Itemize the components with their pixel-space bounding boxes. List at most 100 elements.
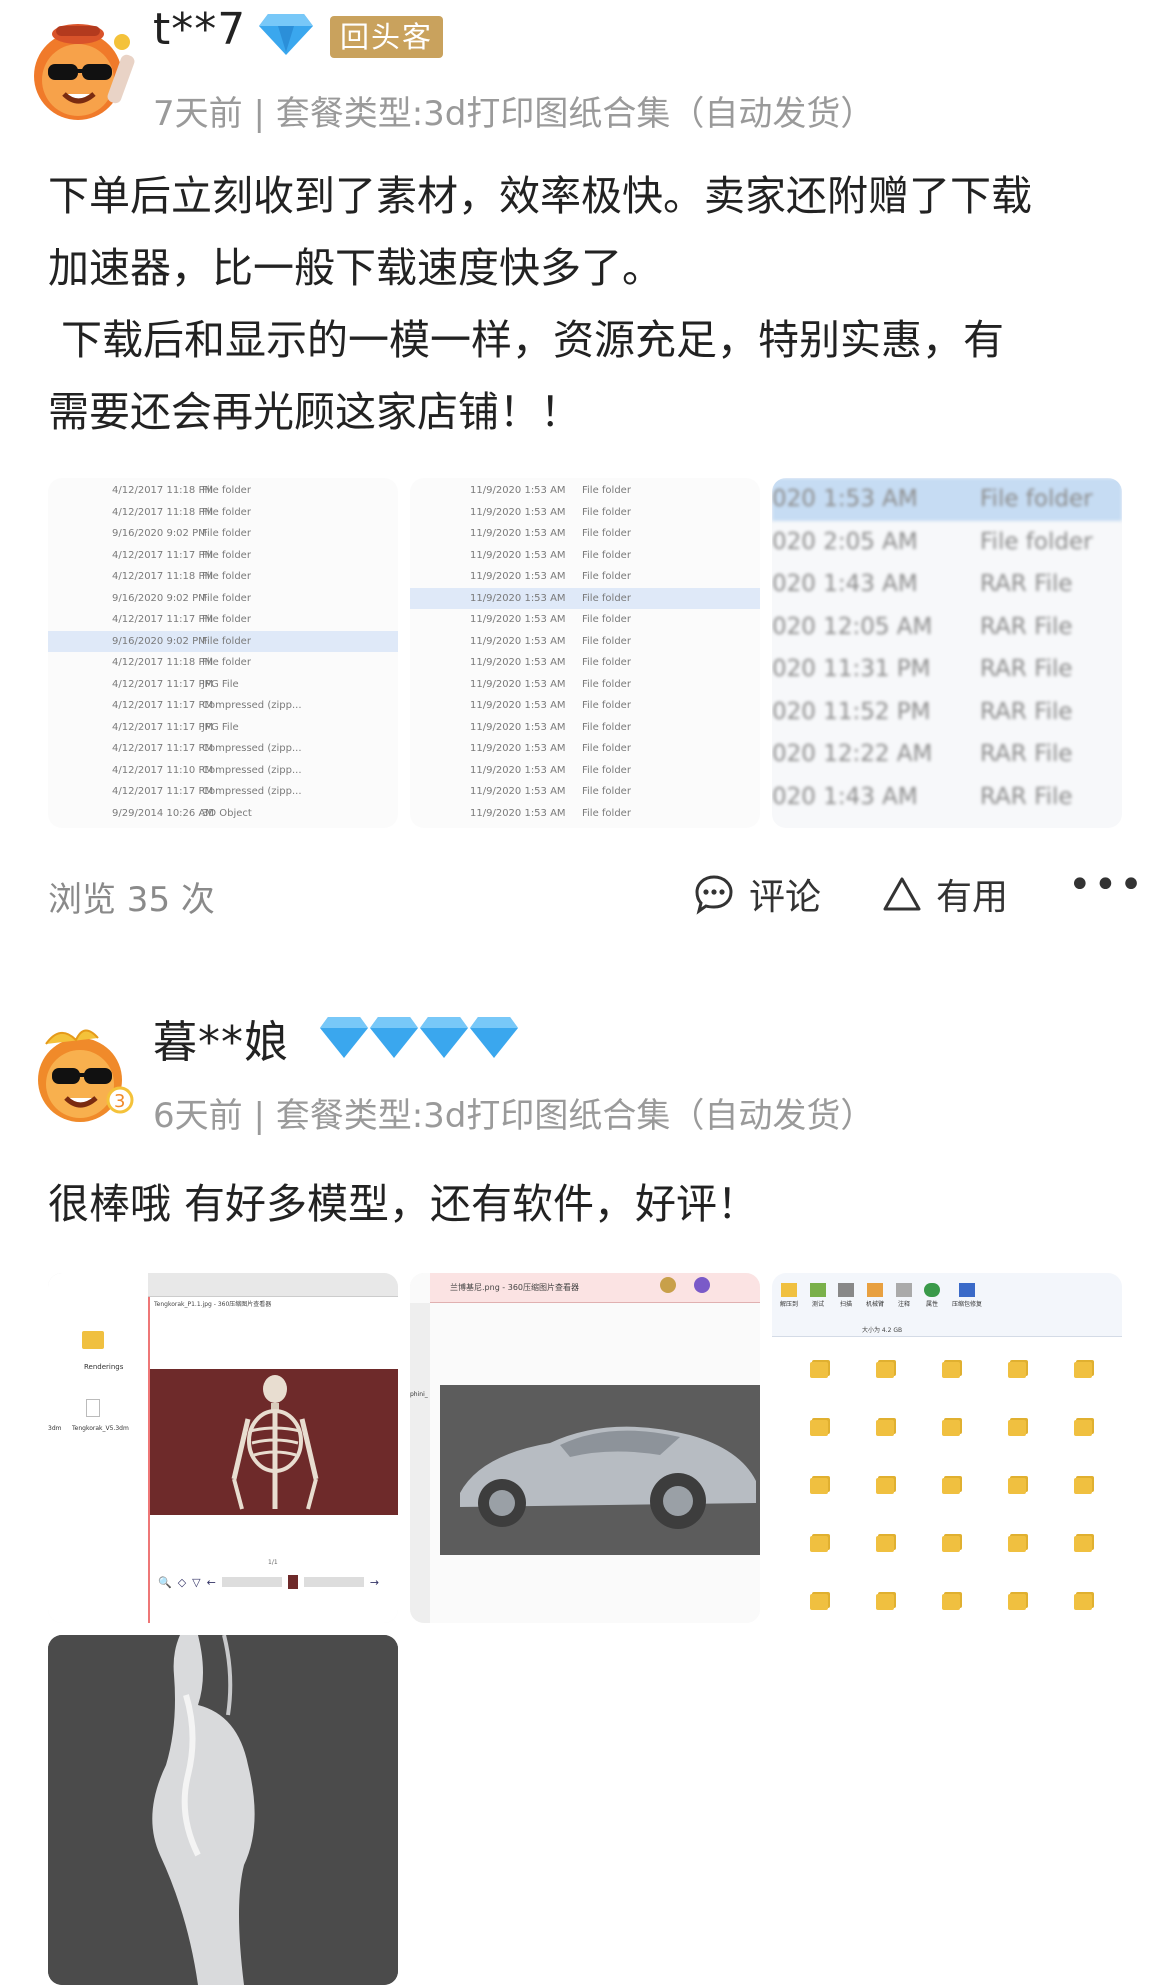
folder-icon bbox=[876, 1536, 894, 1552]
file-date: 4/12/2017 11:18 PM bbox=[112, 571, 214, 583]
file-row: 11/9/2020 1:53 AM File folder bbox=[410, 717, 760, 739]
file-label: Renderings bbox=[84, 1363, 124, 1371]
file-row: 4/12/2017 11:17 PM JPG File bbox=[48, 674, 398, 696]
folder-icon bbox=[1008, 1478, 1026, 1494]
file-type: File folder bbox=[202, 506, 251, 518]
useful-button[interactable]: 有用 bbox=[882, 868, 1008, 920]
content-line: 很棒哦 有好多模型，还有软件，好评！ bbox=[48, 1180, 759, 1228]
folder-icon bbox=[810, 1362, 828, 1378]
file-date: 020 12:05 AM bbox=[772, 613, 933, 640]
file-date: 4/12/2017 11:17 PM bbox=[112, 700, 214, 712]
file-type: JPG File bbox=[202, 678, 239, 690]
file-row: 11/9/2020 1:53 AM File folder bbox=[410, 695, 760, 717]
folder-icon bbox=[942, 1594, 960, 1610]
file-row: 4/12/2017 11:17 PMCompressed (zipp... bbox=[48, 695, 398, 717]
file-date: 020 1:43 AM bbox=[772, 783, 918, 810]
folder-icon bbox=[1008, 1420, 1026, 1436]
file-row: 020 1:53 AM File folder bbox=[772, 478, 1122, 521]
toolbar-label: 属性 bbox=[926, 1301, 939, 1308]
file-type: File folder bbox=[582, 571, 631, 583]
review-image[interactable]: 解压到 测试 扫描 机械臂 注释 属性 压缩包修复 大小为 4.2 GB bbox=[772, 1273, 1122, 1623]
file-date: 020 11:52 PM bbox=[772, 698, 931, 725]
comment-icon bbox=[693, 873, 735, 915]
file-row: 11/9/2020 1:53 AM File folder bbox=[410, 502, 760, 524]
file-row: 11/9/2020 1:53 AM File folder bbox=[410, 587, 760, 609]
file-type: File folder bbox=[582, 743, 631, 755]
file-date: 4/12/2017 11:17 PM bbox=[112, 786, 214, 798]
diamond-level-icons bbox=[318, 1014, 522, 1060]
file-date: 11/9/2020 1:53 AM bbox=[470, 614, 566, 626]
file-type: RAR File bbox=[980, 656, 1073, 683]
file-date: 11/9/2020 1:53 AM bbox=[470, 571, 566, 583]
file-row: 4/12/2017 11:10 PM Compressed (zipp... bbox=[48, 760, 398, 782]
folder-icon bbox=[1074, 1362, 1092, 1378]
review-card: t**7 回头客 7天前 | 套餐类型:3d打印图纸合集（自动发货） 下单后立刻… bbox=[0, 0, 1169, 828]
file-date: 11/9/2020 1:53 AM bbox=[470, 700, 566, 712]
file-type: File folder bbox=[202, 571, 251, 583]
toolbar-label: 测试 bbox=[812, 1301, 825, 1308]
file-date: 11/9/2020 1:53 AM bbox=[470, 635, 566, 647]
file-type: File folder bbox=[202, 614, 251, 626]
file-row: 9/16/2020 9:02 PM File folder bbox=[48, 630, 398, 652]
file-row: 4/12/2017 11:18 PM File folder bbox=[48, 566, 398, 588]
file-date: 11/9/2020 1:53 AM bbox=[470, 786, 566, 798]
file-row: 020 1:43 AM RAR File bbox=[772, 563, 1122, 606]
review-image[interactable]: 020 1:53 AM File folder 020 2:05 AM File fo… bbox=[772, 478, 1122, 828]
review-image[interactable]: Renderings Tengkorak_V5.3dm 3dm Tengkora… bbox=[48, 1273, 398, 1623]
file-date: 11/9/2020 1:53 AM bbox=[470, 764, 566, 776]
file-label: Tengkorak_V5.3dm bbox=[72, 1425, 129, 1432]
file-type: File folder bbox=[202, 592, 251, 604]
file-type: Compressed (zipp... bbox=[202, 786, 302, 798]
review-image[interactable]: 11/9/2020 1:53 AM File folder 11/9/2020 1:… bbox=[410, 478, 760, 828]
file-type: File folder bbox=[582, 786, 631, 798]
review-image[interactable]: 4/12/2017 11:18 PM File folder 4/12/2017 1… bbox=[48, 478, 398, 828]
folder-icon bbox=[942, 1536, 960, 1552]
file-type: Compressed (zipp... bbox=[202, 743, 302, 755]
file-date: 020 2:05 AM bbox=[772, 528, 918, 555]
file-date: 020 12:22 AM bbox=[772, 741, 933, 768]
file-type: File folder bbox=[582, 528, 631, 540]
review-image[interactable] bbox=[48, 1635, 398, 1985]
file-date: 9/16/2020 9:02 PM bbox=[112, 635, 207, 647]
page-indicator: 1/1 bbox=[268, 1559, 278, 1566]
folder-icon bbox=[876, 1478, 894, 1494]
folder-icon bbox=[876, 1594, 894, 1610]
folder-icon bbox=[1074, 1536, 1092, 1552]
folder-icon bbox=[942, 1362, 960, 1378]
content-line: 下载后和显示的一模一样，资源充足，特别实惠，有 bbox=[48, 316, 1005, 364]
file-date: 4/12/2017 11:17 PM bbox=[112, 743, 214, 755]
view-count: 浏览 35 次 bbox=[48, 880, 215, 920]
file-row: 4/12/2017 11:17 PM File folder bbox=[48, 545, 398, 567]
content-line: 加速器，比一般下载速度快多了。 bbox=[48, 244, 663, 292]
folder-icon bbox=[810, 1594, 828, 1610]
review-image[interactable]: 兰博基尼.png - 360压缩图片查看器 phini_ bbox=[410, 1273, 760, 1623]
file-date: 4/12/2017 11:17 PM bbox=[112, 614, 214, 626]
toolbar-label: 注释 bbox=[898, 1301, 911, 1308]
folder-icon bbox=[1074, 1594, 1092, 1610]
file-type: Compressed (zipp... bbox=[202, 764, 302, 776]
file-date: 11/9/2020 1:53 AM bbox=[470, 743, 566, 755]
file-row: 4/12/2017 11:17 PM JPG File bbox=[48, 717, 398, 739]
file-date: 9/16/2020 9:02 PM bbox=[112, 528, 207, 540]
file-type: File folder bbox=[980, 486, 1093, 513]
file-row: 4/12/2017 11:18 PM File folder bbox=[48, 480, 398, 502]
file-date: 11/9/2020 1:53 AM bbox=[470, 506, 566, 518]
file-date: 4/12/2017 11:17 PM bbox=[112, 678, 214, 690]
file-date: 4/12/2017 11:18 PM bbox=[112, 485, 214, 497]
file-type: File folder bbox=[582, 614, 631, 626]
file-date: 11/9/2020 1:53 AM bbox=[470, 485, 566, 497]
folder-icon bbox=[810, 1478, 828, 1494]
user-avatar[interactable] bbox=[26, 14, 138, 126]
file-row: 11/9/2020 1:53 AM File folder bbox=[410, 566, 760, 588]
file-row: 9/16/2020 9:02 PM File folder bbox=[48, 588, 398, 610]
file-type: File folder bbox=[582, 506, 631, 518]
file-type: RAR File bbox=[980, 571, 1073, 598]
file-row: 9/29/2014 10:26 AM 3D Object bbox=[48, 803, 398, 825]
file-row: 4/12/2017 11:18 PM File folder bbox=[48, 502, 398, 524]
comment-button[interactable]: 评论 bbox=[693, 868, 821, 920]
more-icon[interactable]: ••• bbox=[1068, 862, 1145, 908]
file-row: 11/9/2020 1:53 AM File folder bbox=[410, 781, 760, 803]
file-list-screenshot: 020 1:53 AM File folder 020 2:05 AM File fo… bbox=[772, 478, 1122, 828]
file-row: 4/12/2017 11:17 PM File folder bbox=[48, 609, 398, 631]
user-avatar[interactable]: 3 bbox=[26, 1018, 138, 1130]
